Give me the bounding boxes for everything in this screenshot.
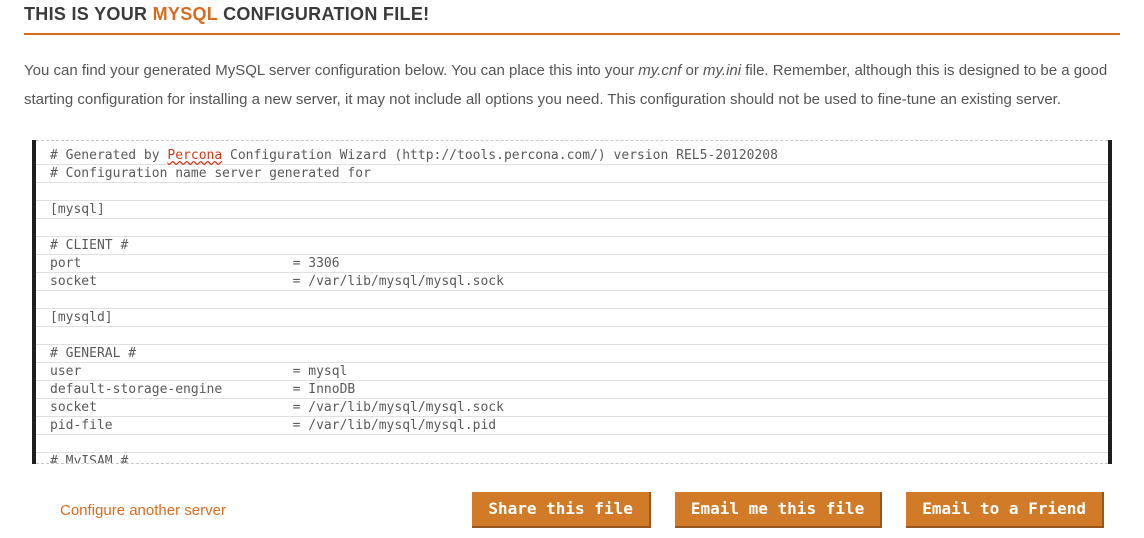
page-title: THIS IS YOUR MYSQL CONFIGURATION FILE! bbox=[24, 0, 1120, 33]
title-accent: MYSQL bbox=[153, 4, 218, 24]
actions-bar: Configure another server Share this file… bbox=[24, 492, 1120, 538]
config-code-block[interactable]: # Generated by Percona Configuration Wiz… bbox=[36, 140, 1108, 464]
config-code-frame: # Generated by Percona Configuration Wiz… bbox=[36, 140, 1108, 464]
filename-mycnf: my.cnf bbox=[638, 62, 681, 79]
title-divider bbox=[24, 33, 1120, 35]
title-prefix: THIS IS YOUR bbox=[24, 4, 153, 24]
title-suffix: CONFIGURATION FILE! bbox=[218, 4, 430, 24]
filename-myini: my.ini bbox=[703, 62, 741, 79]
email-friend-button[interactable]: Email to a Friend bbox=[906, 492, 1104, 528]
share-file-button[interactable]: Share this file bbox=[472, 492, 651, 528]
intro-text: You can find your generated MySQL server… bbox=[24, 57, 1120, 114]
email-me-button[interactable]: Email me this file bbox=[675, 492, 882, 528]
